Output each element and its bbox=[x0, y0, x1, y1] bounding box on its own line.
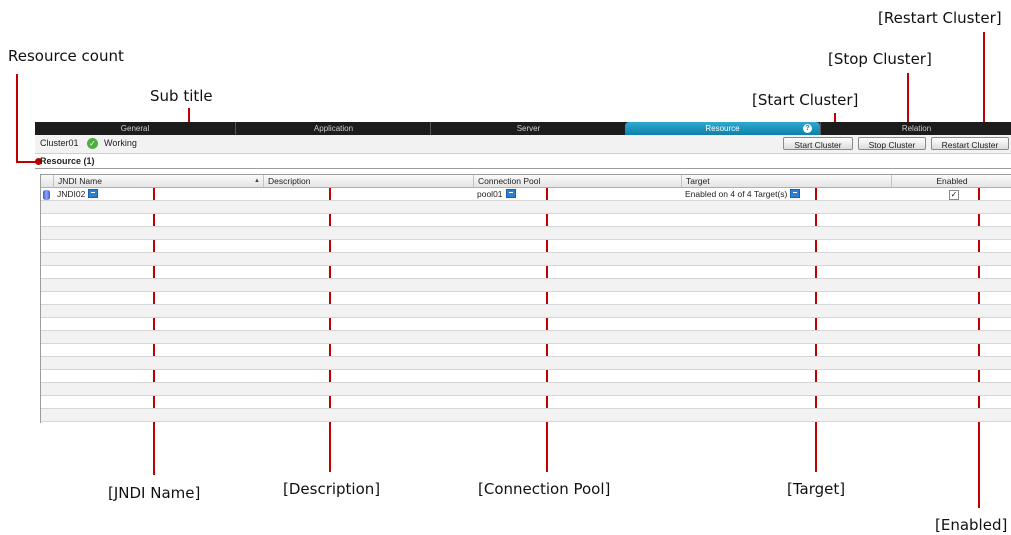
target-cell: Enabled on 4 of 4 Target(s) bbox=[685, 188, 801, 201]
annotation-jndi-name: [JNDI Name] bbox=[108, 484, 201, 502]
table-row-empty bbox=[41, 253, 1011, 266]
tab-general[interactable]: General bbox=[35, 122, 235, 135]
enabled-checkbox[interactable]: ✓ bbox=[949, 190, 959, 200]
column-connection-pool[interactable]: Connection Pool bbox=[473, 175, 681, 187]
table-row-empty bbox=[41, 370, 1011, 383]
check-circle-icon: ✓ bbox=[87, 138, 98, 149]
table-row-empty bbox=[41, 344, 1011, 357]
table-row-empty bbox=[41, 214, 1011, 227]
annotation-target: [Target] bbox=[787, 480, 846, 498]
sub-title-bar: Cluster01 ✓ Working Start Cluster Stop C… bbox=[35, 135, 1011, 154]
table-row-empty bbox=[41, 331, 1011, 344]
link-icon[interactable] bbox=[790, 189, 801, 198]
table-row-empty bbox=[41, 227, 1011, 240]
link-icon[interactable] bbox=[505, 189, 516, 198]
cluster-name: Cluster01 bbox=[40, 138, 79, 148]
table-row-empty bbox=[41, 188, 1011, 201]
table-row-empty bbox=[41, 266, 1011, 279]
table-row-empty bbox=[41, 292, 1011, 305]
annotation-enabled: [Enabled] bbox=[935, 516, 1008, 534]
table-row-empty bbox=[41, 318, 1011, 331]
tab-resource-label: Resource bbox=[705, 124, 740, 133]
connection-pool-cell: pool01 bbox=[477, 188, 516, 201]
divider bbox=[35, 168, 1011, 169]
annotation-restart-cluster: [Restart Cluster] bbox=[878, 9, 1002, 27]
annotation-start-cluster: [Start Cluster] bbox=[752, 91, 859, 109]
start-cluster-button[interactable]: Start Cluster bbox=[783, 137, 853, 150]
resource-panel: General Application Server Resource ? Re… bbox=[35, 122, 1011, 423]
table-row-empty bbox=[41, 279, 1011, 292]
target-value: Enabled on 4 of 4 Target(s) bbox=[685, 189, 788, 199]
column-description[interactable]: Description bbox=[263, 175, 473, 187]
table-row-empty bbox=[41, 357, 1011, 370]
sort-ascending-icon[interactable]: ▲ bbox=[254, 175, 260, 187]
column-target[interactable]: Target bbox=[681, 175, 891, 187]
tab-relation[interactable]: Relation bbox=[820, 122, 1011, 135]
link-icon[interactable] bbox=[88, 189, 99, 198]
table-row-empty bbox=[41, 240, 1011, 253]
column-jndi-name[interactable]: JNDI Name bbox=[53, 175, 263, 187]
tab-application[interactable]: Application bbox=[235, 122, 431, 135]
database-icon bbox=[43, 190, 50, 200]
stop-cluster-button[interactable]: Stop Cluster bbox=[858, 137, 926, 150]
table-row-empty bbox=[41, 201, 1011, 214]
leader-line bbox=[16, 74, 18, 163]
table-row-empty bbox=[41, 305, 1011, 318]
tab-bar: General Application Server Resource ? Re… bbox=[35, 122, 1011, 135]
resource-table: JNDI Name ▲ Description Connection Pool … bbox=[40, 174, 1011, 423]
table-row-empty bbox=[41, 383, 1011, 396]
column-enabled[interactable]: Enabled bbox=[891, 175, 1011, 187]
resource-count: Resource (1) bbox=[40, 156, 95, 166]
annotation-sub-title: Sub title bbox=[150, 87, 213, 105]
annotation-stop-cluster: [Stop Cluster] bbox=[828, 50, 932, 68]
tab-resource[interactable]: Resource ? bbox=[625, 122, 820, 135]
help-icon[interactable]: ? bbox=[803, 124, 812, 133]
connection-pool-value: pool01 bbox=[477, 189, 503, 199]
annotation-description: [Description] bbox=[283, 480, 381, 498]
annotation-resource-count: Resource count bbox=[8, 47, 124, 65]
cluster-status: Working bbox=[104, 138, 137, 148]
tab-server[interactable]: Server bbox=[430, 122, 626, 135]
jndi-name-value: JNDI02 bbox=[57, 189, 86, 199]
restart-cluster-button[interactable]: Restart Cluster bbox=[931, 137, 1009, 150]
table-header: JNDI Name ▲ Description Connection Pool … bbox=[41, 175, 1011, 188]
table-row-empty bbox=[41, 396, 1011, 409]
jndi-name-cell: JNDI02 bbox=[57, 188, 99, 201]
annotation-connection-pool: [Connection Pool] bbox=[478, 480, 611, 498]
table-row-empty bbox=[41, 409, 1011, 422]
